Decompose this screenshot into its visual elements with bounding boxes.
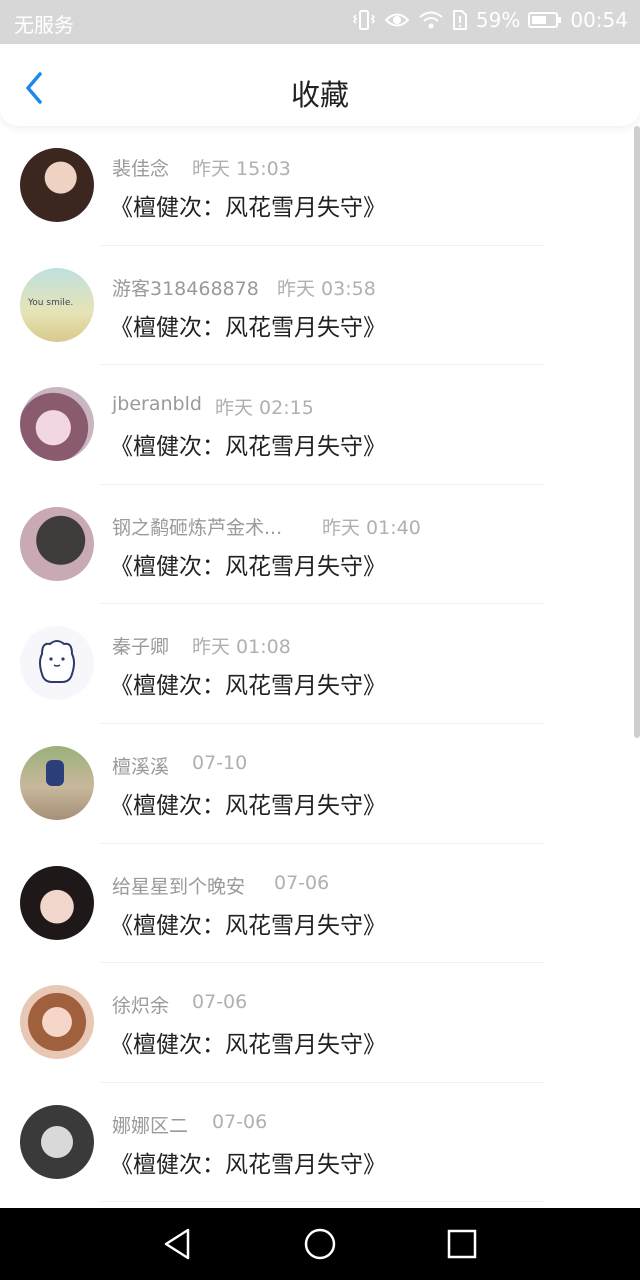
nav-home-button[interactable] — [302, 1226, 338, 1262]
list-item[interactable]: 檀溪溪 07-10 《檀健次：风花雪月失守》 — [0, 724, 640, 844]
avatar-figure — [46, 759, 64, 786]
favorite-title[interactable]: 《檀健次：风花雪月失守》 — [110, 547, 386, 581]
nav-recents-button[interactable] — [444, 1226, 480, 1262]
bear-icon — [39, 640, 75, 684]
timestamp: 昨天 01:40 — [322, 516, 421, 539]
user-name[interactable]: 裴佳念 — [112, 158, 169, 180]
avatar[interactable] — [20, 985, 94, 1060]
user-name[interactable]: 秦子卿 — [112, 636, 169, 658]
list-item[interactable]: 给星星到个晚安 07-06 《檀健次：风花雪月失守》 — [0, 844, 640, 964]
favorite-title[interactable]: 《檀健次：风花雪月失守》 — [110, 308, 386, 342]
user-name[interactable]: 游客318468878 — [112, 278, 259, 300]
carrier-label: 无服务 — [14, 13, 74, 37]
divider — [100, 1201, 544, 1203]
favorite-title[interactable]: 《檀健次：风花雪月失守》 — [110, 427, 386, 461]
avatar[interactable] — [20, 148, 94, 222]
avatar[interactable] — [20, 745, 94, 820]
wifi-icon — [419, 11, 443, 29]
status-icons: 59% 00:54 — [352, 8, 628, 32]
avatar[interactable]: You smile. — [20, 267, 94, 342]
page-title: 收藏 — [290, 78, 349, 112]
user-name[interactable]: 给星星到个晚安 — [112, 876, 245, 898]
avatar-caption: You smile. — [28, 297, 74, 308]
avatar[interactable] — [20, 865, 94, 940]
battery-percent: 59% — [475, 8, 521, 32]
favorites-list: 裴佳念 昨天 15:03 《檀健次：风花雪月失守》 You smile. 游客3… — [0, 126, 640, 1203]
user-name[interactable]: 檀溪溪 — [112, 756, 169, 778]
sim-alert-icon — [452, 10, 467, 30]
favorite-title[interactable]: 《檀健次：风花雪月失守》 — [110, 188, 386, 222]
list-item[interactable]: 娜娜区二 07-06 《檀健次：风花雪月失守》 — [0, 1083, 640, 1203]
clock: 00:54 — [570, 8, 628, 32]
timestamp: 07-06 — [192, 991, 248, 1014]
timestamp: 昨天 02:15 — [215, 397, 314, 420]
battery-icon — [528, 12, 562, 28]
timestamp: 07-10 — [192, 751, 248, 774]
timestamp: 昨天 03:58 — [277, 277, 376, 300]
triangle-back-icon — [164, 1228, 190, 1260]
list-item[interactable]: jberanbld 昨天 02:15 《檀健次：风花雪月失守》 — [0, 365, 640, 485]
user-name[interactable]: 钢之鹬砸炼芦金术... — [112, 517, 282, 539]
avatar[interactable] — [20, 1104, 94, 1179]
app-header: 收藏 — [0, 44, 640, 126]
user-name[interactable]: 徐炽余 — [112, 995, 169, 1017]
user-name[interactable]: 娜娜区二 — [112, 1115, 188, 1137]
timestamp: 07-06 — [212, 1110, 268, 1133]
list-item[interactable]: 徐炽余 07-06 《檀健次：风花雪月失守》 — [0, 963, 640, 1083]
eye-icon — [384, 13, 410, 27]
status-bar: 无服务 59% 00:54 — [0, 0, 640, 44]
avatar[interactable] — [20, 387, 94, 462]
timestamp: 昨天 01:08 — [192, 636, 291, 659]
favorite-title[interactable]: 《檀健次：风花雪月失守》 — [110, 1025, 386, 1059]
circle-home-icon — [304, 1228, 336, 1260]
avatar[interactable] — [20, 626, 94, 701]
timestamp: 07-06 — [274, 871, 330, 894]
vibrate-icon — [352, 10, 376, 30]
scrollbar[interactable] — [634, 126, 640, 738]
favorite-title[interactable]: 《檀健次：风花雪月失守》 — [110, 906, 386, 940]
list-item[interactable]: You smile. 游客318468878 昨天 03:58 《檀健次：风花雪… — [0, 246, 640, 366]
list-item[interactable]: 裴佳念 昨天 15:03 《檀健次：风花雪月失守》 — [0, 126, 640, 246]
navigation-bar — [0, 1208, 640, 1280]
list-item[interactable]: 钢之鹬砸炼芦金术... 昨天 01:40 《檀健次：风花雪月失守》 — [0, 485, 640, 605]
nav-back-button[interactable] — [160, 1226, 196, 1262]
square-recents-icon — [447, 1229, 477, 1259]
favorite-title[interactable]: 《檀健次：风花雪月失守》 — [110, 786, 386, 820]
list-item[interactable]: 秦子卿 昨天 01:08 《檀健次：风花雪月失守》 — [0, 604, 640, 724]
favorite-title[interactable]: 《檀健次：风花雪月失守》 — [110, 666, 386, 700]
timestamp: 昨天 15:03 — [192, 158, 291, 180]
user-name[interactable]: jberanbld — [112, 393, 202, 415]
favorite-title[interactable]: 《檀健次：风花雪月失守》 — [110, 1145, 386, 1179]
avatar[interactable] — [20, 506, 94, 581]
